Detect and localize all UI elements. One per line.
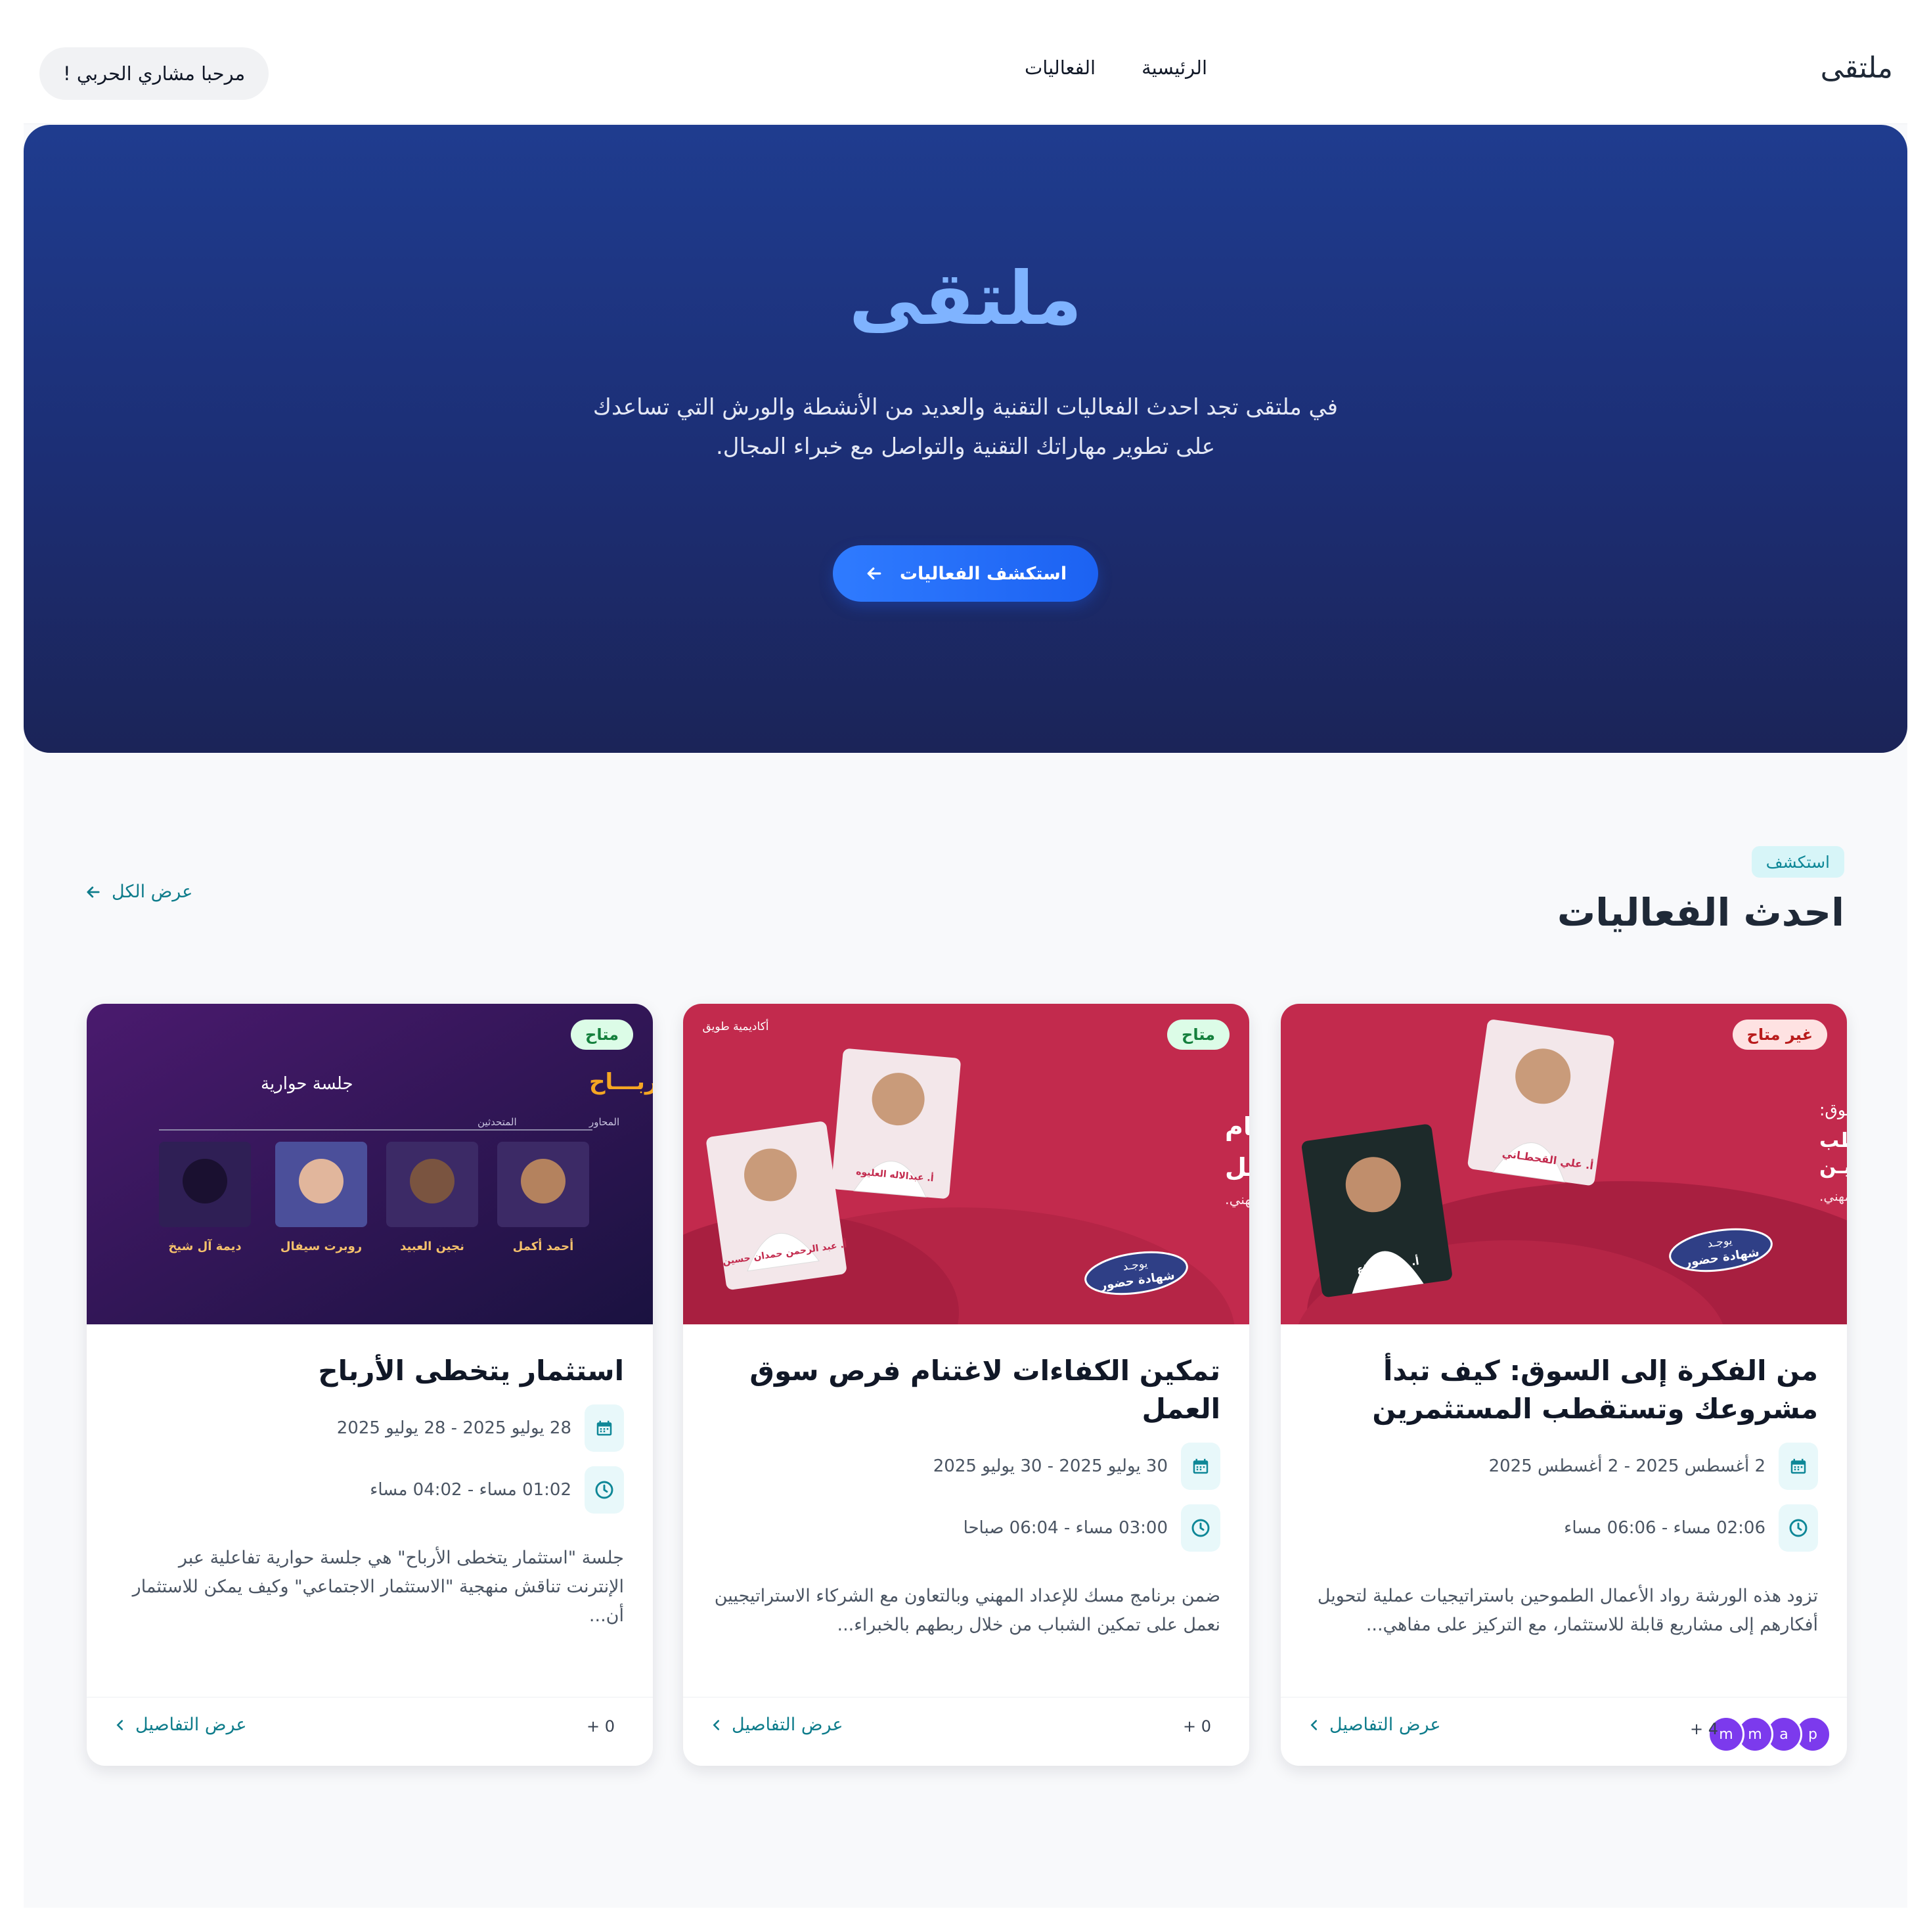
status-badge: متاح xyxy=(1167,1020,1230,1050)
nav-links: الرئيسية الفعاليات xyxy=(1025,56,1207,79)
attendee-avatars: p a m m xyxy=(1708,1716,1831,1753)
event-time: 02:06 مساء - 06:06 مساء xyxy=(1310,1504,1818,1552)
event-card[interactable]: من الفـكرة إلى السـوق: كيـف تبـدأ مشروعك… xyxy=(1281,1004,1847,1766)
chevron-left-icon xyxy=(116,1719,123,1730)
user-greeting-button[interactable]: مرحبا مشاري الحربي ! xyxy=(39,47,269,100)
explore-events-button[interactable]: استكشف الفعاليات xyxy=(833,545,1098,602)
poster-title-line1: كيـف تبـدأ مشروعك وتستقطب xyxy=(1819,1127,1847,1152)
poster-title-line1: تمكيـن الكفاءات لاغتنام xyxy=(1225,1112,1249,1142)
clock-icon xyxy=(1779,1504,1818,1552)
event-title[interactable]: من الفكرة إلى السوق: كيف تبدأ مشروعك وتس… xyxy=(1310,1352,1818,1428)
poster-person: نجين العبيد xyxy=(400,1240,464,1253)
event-time: 01:02 مساء - 04:02 مساء xyxy=(116,1466,624,1514)
view-all-label: عرض الكل xyxy=(112,882,193,902)
view-all-link[interactable]: عرض الكل xyxy=(84,882,192,902)
poster-title: استثمـار يتخطـى الأربـــاح xyxy=(589,1067,653,1095)
hero-description-line1: في ملتقى تجد احدث الفعاليات التقنية والع… xyxy=(592,394,1339,420)
event-title[interactable]: تمكين الكفاءات لاغتنام فرص سوق العمل xyxy=(712,1352,1220,1428)
event-card[interactable]: استثمـار يتخطـى الأربـــاح جلسة حوارية ا… xyxy=(87,1004,653,1766)
nav-home-link[interactable]: الرئيسية xyxy=(1142,56,1207,79)
attendee-count: 4 + xyxy=(1689,1720,1718,1738)
event-date: 2 أغسطس 2025 - 2 أغسطس 2025 xyxy=(1310,1443,1818,1490)
event-date-text: 28 يوليو 2025 - 28 يوليو 2025 xyxy=(336,1418,571,1438)
view-details-link[interactable]: عرض التفاصيل xyxy=(709,1715,843,1735)
explore-events-label: استكشف الفعاليات xyxy=(899,563,1067,584)
section-title: احدث الفعاليات xyxy=(1557,890,1844,935)
chevron-left-icon xyxy=(713,1719,720,1730)
event-time-text: 01:02 مساء - 04:02 مساء xyxy=(370,1480,571,1500)
view-details-label: عرض التفاصيل xyxy=(1329,1715,1441,1735)
view-details-link[interactable]: عرض التفاصيل xyxy=(113,1715,247,1735)
card-footer: 0 + عرض التفاصيل xyxy=(87,1697,653,1766)
card-body: تمكين الكفاءات لاغتنام فرص سوق العمل 30 … xyxy=(712,1352,1220,1640)
event-description: تزود هذه الورشة رواد الأعمال الطموحين با… xyxy=(1317,1586,1818,1635)
poster-speakers-label: المتحدثين xyxy=(477,1116,517,1128)
attendee-count: 0 + xyxy=(586,1717,615,1736)
event-date-text: 2 أغسطس 2025 - 2 أغسطس 2025 xyxy=(1488,1456,1765,1476)
event-date: 28 يوليو 2025 - 28 يوليو 2025 xyxy=(116,1404,624,1452)
event-poster-image[interactable]: أكاديمية طويق تمكيـن الكفاءات لاغتنام فـ… xyxy=(683,1004,1249,1324)
arrow-left-icon xyxy=(867,567,881,580)
event-description: ضمن برنامج مسك للإعداد المهني وبالتعاون … xyxy=(714,1586,1220,1635)
event-date: 30 يوليو 2025 - 30 يوليو 2025 xyxy=(712,1443,1220,1490)
poster-title-line2: فـرص سوق العمل xyxy=(1225,1153,1249,1182)
poster-person: ديمة آل شيخ xyxy=(168,1238,241,1253)
event-time: 03:00 مساء - 06:04 صباحا xyxy=(712,1504,1220,1552)
poster-subtitle: ضمن برنامج مسك للإعداد المهني. xyxy=(1819,1188,1847,1205)
nav-events-link[interactable]: الفعاليات xyxy=(1025,56,1096,79)
card-body: من الفكرة إلى السوق: كيف تبدأ مشروعك وتس… xyxy=(1310,1352,1818,1640)
section-badge: استكشف xyxy=(1751,846,1844,878)
status-badge: غير متاح xyxy=(1732,1020,1827,1050)
brand-logo[interactable]: ملتقى xyxy=(1821,51,1893,85)
poster-academy: أكاديمية طويق xyxy=(703,1019,769,1033)
status-badge: متاح xyxy=(571,1020,633,1050)
event-title[interactable]: استثمار يتخطى الأرباح xyxy=(116,1352,624,1390)
event-time-text: 02:06 مساء - 06:06 مساء xyxy=(1564,1518,1765,1538)
clock-icon xyxy=(1181,1504,1220,1552)
calendar-icon xyxy=(1779,1443,1818,1490)
card-footer: 0 + عرض التفاصيل xyxy=(683,1697,1249,1766)
calendar-icon xyxy=(585,1404,624,1452)
hero-description-line2: على تطوير مهاراتك التقنية والتواصل مع خب… xyxy=(715,434,1216,460)
poster-person: أحمد أكمل xyxy=(513,1238,574,1253)
card-body: استثمار يتخطى الأرباح 28 يوليو 2025 - 28… xyxy=(116,1352,624,1630)
clock-icon xyxy=(585,1466,624,1514)
calendar-icon xyxy=(1181,1443,1220,1490)
view-details-link[interactable]: عرض التفاصيل xyxy=(1307,1715,1441,1735)
poster-tag: جلسة حوارية xyxy=(261,1074,353,1094)
card-footer: p a m m 4 + عرض التفاصيل xyxy=(1281,1697,1847,1766)
event-card[interactable]: أكاديمية طويق تمكيـن الكفاءات لاغتنام فـ… xyxy=(683,1004,1249,1766)
event-poster-image[interactable]: من الفـكرة إلى السـوق: كيـف تبـدأ مشروعك… xyxy=(1281,1004,1847,1324)
poster-lead: من الفـكرة إلى السـوق: xyxy=(1819,1100,1847,1120)
view-details-label: عرض التفاصيل xyxy=(732,1715,843,1735)
view-details-label: عرض التفاصيل xyxy=(135,1715,247,1735)
event-date-text: 30 يوليو 2025 - 30 يوليو 2025 xyxy=(933,1456,1168,1476)
poster-person: روبرت سيفال xyxy=(280,1240,362,1253)
event-description: جلسة "استثمار يتخطى الأرباح" هي جلسة حوا… xyxy=(132,1548,624,1626)
event-time-text: 03:00 مساء - 06:04 صباحا xyxy=(963,1518,1168,1538)
arrow-left-icon xyxy=(87,886,100,897)
top-navbar: ملتقى الرئيسية الفعاليات مرحبا مشاري الح… xyxy=(24,24,1907,124)
hero-banner: ملتقى في ملتقى تجد احدث الفعاليات التقني… xyxy=(24,125,1907,753)
attendee-count: 0 + xyxy=(1182,1717,1211,1736)
poster-title-line2: المستثمـريـن xyxy=(1819,1156,1847,1179)
poster-moderator-label: المحاور xyxy=(588,1116,619,1128)
poster-subtitle: ضمن برنامج مسك للإعداد المهني. xyxy=(1225,1192,1249,1207)
hero-description: في ملتقى تجد احدث الفعاليات التقنية والع… xyxy=(24,388,1907,466)
event-poster-image[interactable]: استثمـار يتخطـى الأربـــاح جلسة حوارية ا… xyxy=(87,1004,653,1324)
chevron-left-icon xyxy=(1310,1719,1318,1730)
hero-title: ملتقى xyxy=(849,256,1082,342)
